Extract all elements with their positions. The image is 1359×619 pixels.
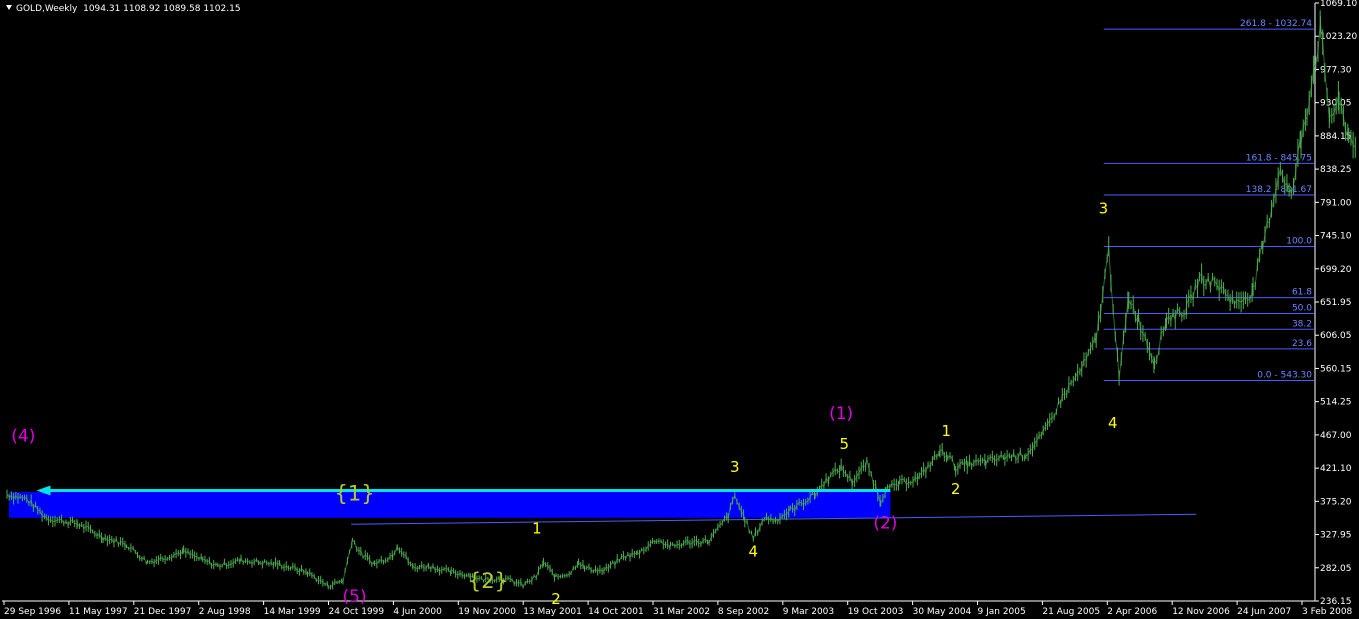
x-tick-label: 14 Oct 2001 bbox=[588, 607, 644, 617]
support-band bbox=[9, 491, 891, 518]
wave-label: {2} bbox=[468, 569, 508, 593]
wave-label: 2 bbox=[951, 480, 961, 498]
y-tick-label: 375.20 bbox=[1320, 497, 1352, 507]
wave-label: {1} bbox=[335, 482, 375, 506]
fib-level-label: 0.0 - 543.30 bbox=[1257, 370, 1312, 380]
y-tick-label: 560.15 bbox=[1320, 364, 1352, 374]
y-tick-label: 282.05 bbox=[1320, 564, 1352, 574]
y-tick-label: 606.05 bbox=[1320, 331, 1352, 341]
x-tick-label: 31 Mar 2002 bbox=[653, 607, 710, 617]
y-tick-label: 421.10 bbox=[1320, 464, 1352, 474]
x-tick-label: 8 Sep 2002 bbox=[718, 607, 769, 617]
y-tick-label: 327.95 bbox=[1320, 531, 1352, 541]
x-tick-label: 21 Aug 2005 bbox=[1042, 607, 1100, 617]
x-tick-label: 2 Apr 2006 bbox=[1107, 607, 1157, 617]
x-tick-label: 29 Sep 1996 bbox=[4, 607, 61, 617]
wave-label: 2 bbox=[551, 590, 561, 608]
x-tick-label: 24 Jun 2007 bbox=[1237, 607, 1291, 617]
y-tick-label: 1023.20 bbox=[1320, 32, 1357, 42]
wave-label: (2) bbox=[873, 514, 897, 534]
x-tick-label: 4 Jun 2000 bbox=[393, 607, 442, 617]
y-tick-label: 699.20 bbox=[1320, 265, 1352, 275]
x-tick-label: 9 Jan 2005 bbox=[978, 607, 1026, 617]
fib-level-label: 61.8 bbox=[1292, 288, 1312, 298]
fib-level-label: 23.6 bbox=[1292, 339, 1312, 349]
x-tick-label: 30 May 2004 bbox=[913, 607, 972, 617]
fib-level-label: 50.0 bbox=[1292, 303, 1312, 313]
fib-level-label: 38.2 bbox=[1292, 319, 1312, 329]
x-tick-label: 11 May 1997 bbox=[69, 607, 128, 617]
fib-level-label: 100.0 bbox=[1286, 236, 1312, 246]
y-tick-label: 745.10 bbox=[1320, 232, 1352, 242]
y-tick-label: 1069.10 bbox=[1320, 0, 1357, 9]
wave-label: 3 bbox=[1099, 199, 1109, 217]
wave-label: (5) bbox=[343, 587, 367, 607]
y-tick-label: 884.15 bbox=[1320, 132, 1352, 142]
x-tick-label: 19 Oct 2003 bbox=[848, 607, 904, 617]
price-chart[interactable]: 1069.101023.20977.30930.05884.15838.2579… bbox=[0, 0, 1359, 619]
y-tick-label: 651.95 bbox=[1320, 298, 1352, 308]
x-tick-label: 21 Dec 1997 bbox=[134, 607, 192, 617]
wave-label: 1 bbox=[941, 422, 951, 440]
wave-label: 3 bbox=[730, 458, 740, 476]
wave-label: 4 bbox=[749, 543, 759, 561]
wave-label: 5 bbox=[840, 435, 850, 453]
x-tick-label: 13 May 2001 bbox=[523, 607, 582, 617]
x-tick-label: 24 Oct 1999 bbox=[329, 607, 385, 617]
x-tick-label: 2 Aug 1998 bbox=[199, 607, 251, 617]
x-tick-label: 3 Feb 2008 bbox=[1302, 607, 1353, 617]
fib-level-label: 138.2 - 801.67 bbox=[1246, 185, 1312, 195]
x-tick-label: 14 Mar 1999 bbox=[264, 607, 321, 617]
x-tick-label: 9 Mar 2003 bbox=[783, 607, 834, 617]
y-tick-label: 236.15 bbox=[1320, 597, 1352, 607]
y-tick-label: 514.25 bbox=[1320, 398, 1352, 408]
wave-label: (4) bbox=[11, 427, 35, 447]
x-tick-label: 19 Nov 2000 bbox=[458, 607, 516, 617]
fib-level-label: 261.8 - 1032.74 bbox=[1240, 19, 1312, 29]
wave-label: (1) bbox=[829, 404, 853, 424]
y-tick-label: 467.00 bbox=[1320, 431, 1352, 441]
x-tick-label: 12 Nov 2006 bbox=[1172, 607, 1230, 617]
y-tick-label: 791.00 bbox=[1320, 198, 1352, 208]
fib-level-label: 161.8 - 845.75 bbox=[1246, 153, 1312, 163]
wave-label: 4 bbox=[1108, 414, 1118, 432]
wave-label: 1 bbox=[532, 520, 542, 538]
y-tick-label: 838.25 bbox=[1320, 165, 1352, 175]
